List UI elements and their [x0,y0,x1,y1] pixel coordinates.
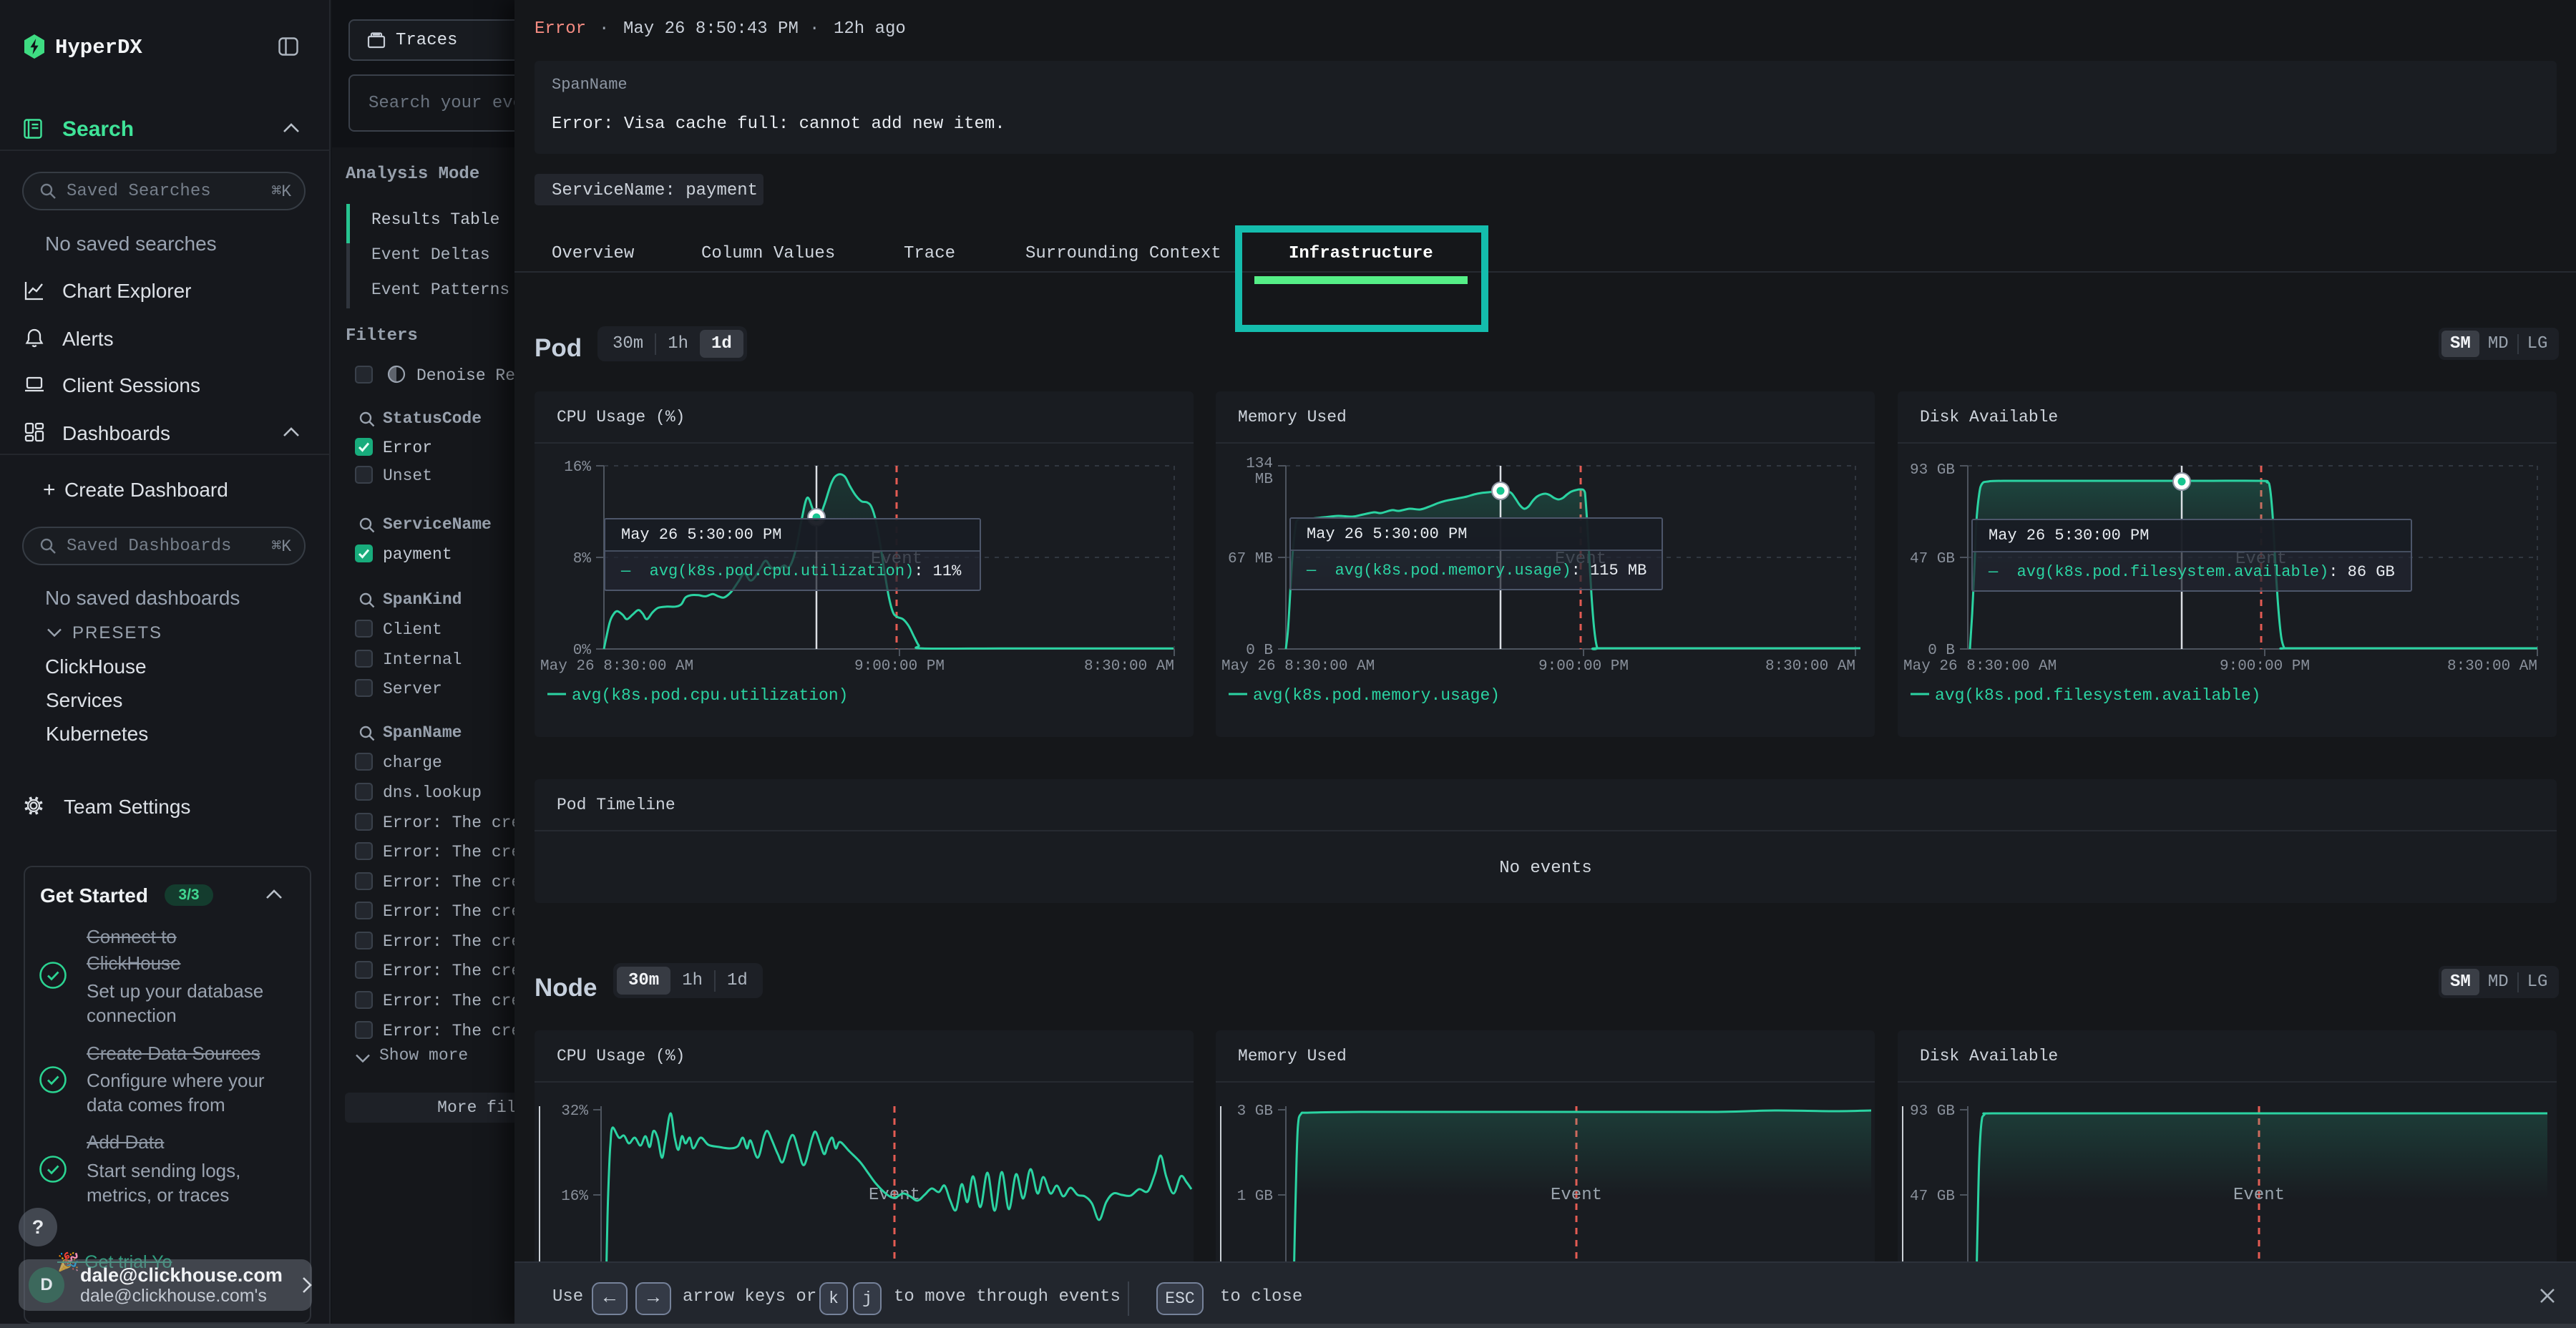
svg-text:0 B: 0 B [1246,643,1273,659]
svg-text:3 GB: 3 GB [1237,1103,1273,1120]
svg-text:67 MB: 67 MB [1228,551,1273,567]
svg-text:Event: Event [869,1186,920,1205]
svg-text:1 GB: 1 GB [1237,1188,1273,1205]
svg-text:8:30:00 AM: 8:30:00 AM [1765,658,1855,675]
svg-text:8:30:00 AM: 8:30:00 AM [1084,658,1174,675]
svg-text:8:30:00 AM: 8:30:00 AM [2447,658,2537,675]
svg-text:134: 134 [1246,456,1273,472]
svg-text:0 B: 0 B [1928,643,1955,659]
svg-text:16%: 16% [564,459,591,476]
svg-text:May 26 8:30:00 AM: May 26 8:30:00 AM [540,658,693,675]
svg-text:16%: 16% [561,1188,588,1205]
svg-text:0%: 0% [573,643,592,659]
svg-text:9:00:00 PM: 9:00:00 PM [2220,658,2310,675]
svg-text:47 GB: 47 GB [1910,1188,1955,1205]
svg-text:9:00:00 PM: 9:00:00 PM [1538,658,1629,675]
svg-text:47 GB: 47 GB [1910,551,1955,567]
svg-text:MB: MB [1255,472,1273,488]
svg-text:93 GB: 93 GB [1910,1103,1955,1120]
svg-text:32%: 32% [561,1103,588,1120]
svg-text:avg(k8s.pod.filesystem.availab: avg(k8s.pod.filesystem.available) [1935,686,2260,705]
svg-text:8%: 8% [573,551,592,567]
svg-text:9:00:00 PM: 9:00:00 PM [854,658,945,675]
svg-text:avg(k8s.pod.memory.usage): avg(k8s.pod.memory.usage) [1253,686,1500,705]
svg-text:avg(k8s.pod.cpu.utilization): avg(k8s.pod.cpu.utilization) [572,686,848,705]
svg-text:93 GB: 93 GB [1910,462,1955,479]
svg-text:May 26 8:30:00 AM: May 26 8:30:00 AM [1903,658,2057,675]
svg-text:May 26 8:30:00 AM: May 26 8:30:00 AM [1221,658,1375,675]
